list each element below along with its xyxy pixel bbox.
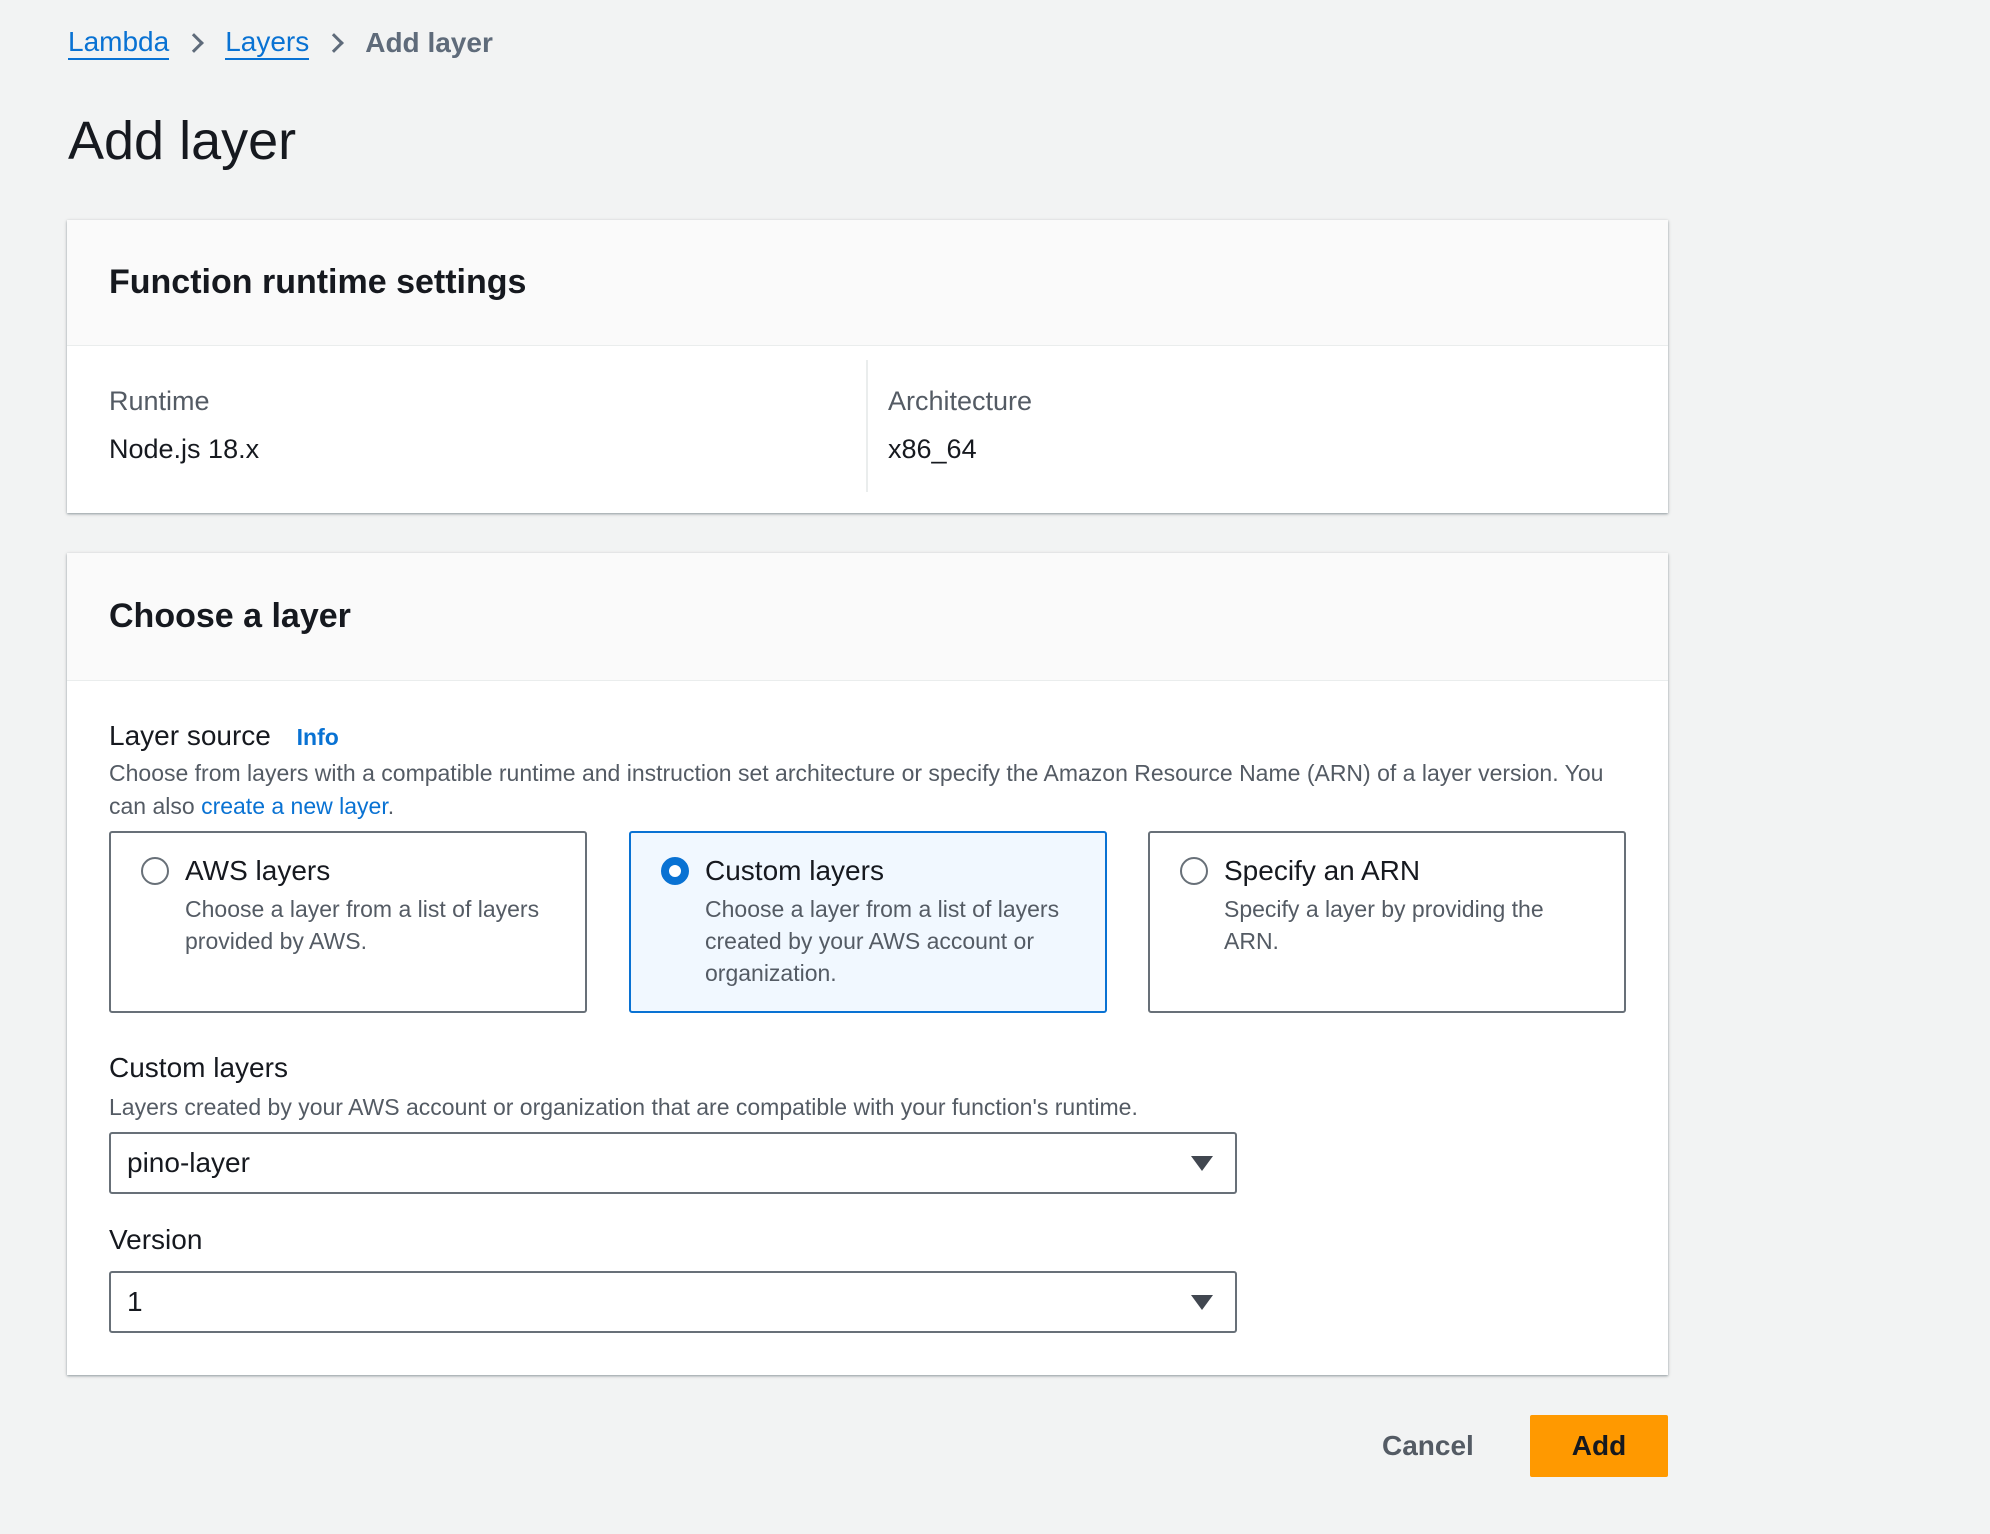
card-title: Function runtime settings bbox=[109, 263, 527, 301]
option-specify-arn[interactable]: Specify an ARN Specify a layer by providi… bbox=[1148, 831, 1626, 1013]
custom-layers-description: Layers created by your AWS account or or… bbox=[109, 1094, 1138, 1120]
breadcrumb-lambda[interactable]: Lambda bbox=[68, 26, 170, 60]
option-description: Choose a layer from a list of layers cre… bbox=[705, 896, 1060, 986]
runtime-label: Runtime bbox=[109, 386, 210, 416]
architecture-value: x86_64 bbox=[888, 434, 977, 464]
architecture-label: Architecture bbox=[888, 386, 1033, 416]
breadcrumb: Lambda Layers Add layer bbox=[68, 26, 493, 60]
selected-value: pino-layer bbox=[127, 1147, 250, 1178]
custom-layers-label: Custom layers bbox=[109, 1052, 288, 1083]
breadcrumb-current: Add layer bbox=[365, 27, 493, 58]
option-aws-layers[interactable]: AWS layers Choose a layer from a list of … bbox=[109, 831, 587, 1013]
page-title: Add layer bbox=[68, 111, 297, 171]
layer-source-text: Layer source bbox=[109, 720, 271, 751]
period: . bbox=[387, 793, 395, 819]
custom-layer-select[interactable]: pino-layer bbox=[109, 1132, 1237, 1194]
option-title: AWS layers bbox=[185, 855, 331, 886]
runtime-settings-card: Function runtime settings Runtime Node.j… bbox=[67, 220, 1668, 513]
breadcrumb-layers[interactable]: Layers bbox=[225, 26, 310, 60]
info-link[interactable]: Info bbox=[297, 724, 339, 750]
radio-button-selected[interactable] bbox=[661, 857, 689, 885]
option-description: Specify a layer by providing the ARN. bbox=[1224, 896, 1544, 954]
option-title: Specify an ARN bbox=[1224, 855, 1421, 886]
selected-value: 1 bbox=[127, 1286, 143, 1317]
chevron-right-icon bbox=[184, 33, 205, 53]
caret-down-icon bbox=[1191, 1295, 1213, 1310]
layer-source-label: Layer source Info bbox=[109, 720, 339, 752]
version-label: Version bbox=[109, 1224, 203, 1255]
card-title: Choose a layer bbox=[109, 597, 351, 635]
caret-down-icon bbox=[1191, 1156, 1213, 1171]
option-custom-layers[interactable]: Custom layers Choose a layer from a list … bbox=[629, 831, 1107, 1013]
chevron-right-icon bbox=[324, 33, 345, 53]
option-title: Custom layers bbox=[705, 855, 884, 886]
card-header: Choose a layer bbox=[67, 553, 1668, 681]
runtime-value: Node.js 18.x bbox=[109, 434, 260, 464]
card-header: Function runtime settings bbox=[67, 220, 1668, 346]
layer-source-description: Choose from layers with a compatible run… bbox=[109, 757, 1629, 823]
version-select[interactable]: 1 bbox=[109, 1271, 1237, 1333]
radio-button[interactable] bbox=[1180, 857, 1208, 885]
column-divider bbox=[866, 360, 868, 492]
option-description: Choose a layer from a list of layers pro… bbox=[185, 896, 540, 954]
radio-button[interactable] bbox=[141, 857, 169, 885]
create-new-layer-link[interactable]: create a new layer bbox=[201, 793, 388, 819]
add-button[interactable]: Add bbox=[1530, 1415, 1668, 1477]
cancel-button[interactable]: Cancel bbox=[1382, 1430, 1474, 1462]
